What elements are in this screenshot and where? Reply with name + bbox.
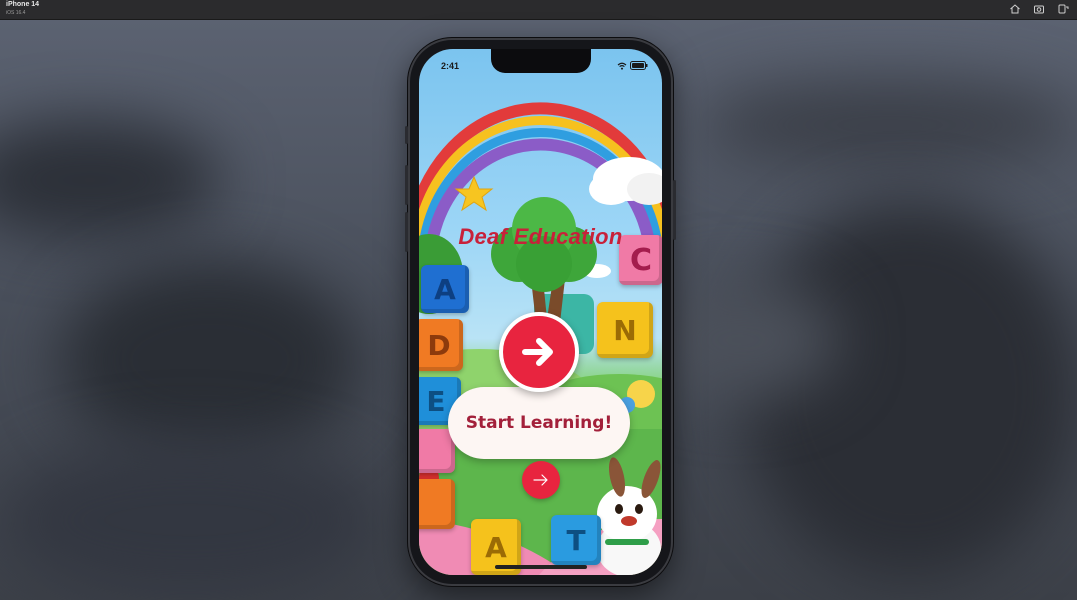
wifi-icon: [617, 62, 627, 70]
letter-block: D: [419, 319, 463, 371]
device-name: iPhone 14: [6, 1, 40, 8]
app-screen: A D E C N A T 2:41 Deaf Education Start …: [419, 49, 662, 575]
arrow-right-icon: [533, 474, 548, 486]
simulator-titlebar: iPhone 14 iOS 16.4: [0, 0, 1077, 20]
os-version: iOS 16.4: [6, 10, 26, 16]
letter-block: N: [597, 302, 653, 358]
screenshot-icon[interactable]: [1033, 3, 1045, 15]
notch: [491, 49, 591, 73]
start-learning-label: Start Learning!: [465, 413, 613, 433]
home-icon[interactable]: [1009, 3, 1021, 15]
app-title: Deaf Education: [458, 224, 623, 249]
letter-block: T: [551, 515, 601, 565]
rotate-icon[interactable]: [1057, 3, 1069, 15]
start-learning-button[interactable]: Start Learning!: [448, 387, 630, 459]
iphone-frame: A D E C N A T 2:41 Deaf Education Start …: [405, 38, 676, 586]
battery-icon: [630, 61, 648, 70]
next-arrow-button[interactable]: [522, 461, 560, 499]
status-time: 2:41: [441, 61, 460, 71]
letter-block: A: [421, 265, 469, 313]
home-indicator[interactable]: [495, 565, 587, 569]
letter-block: [419, 479, 455, 529]
start-arrow-button[interactable]: [499, 312, 579, 392]
arrow-right-icon: [522, 338, 553, 366]
